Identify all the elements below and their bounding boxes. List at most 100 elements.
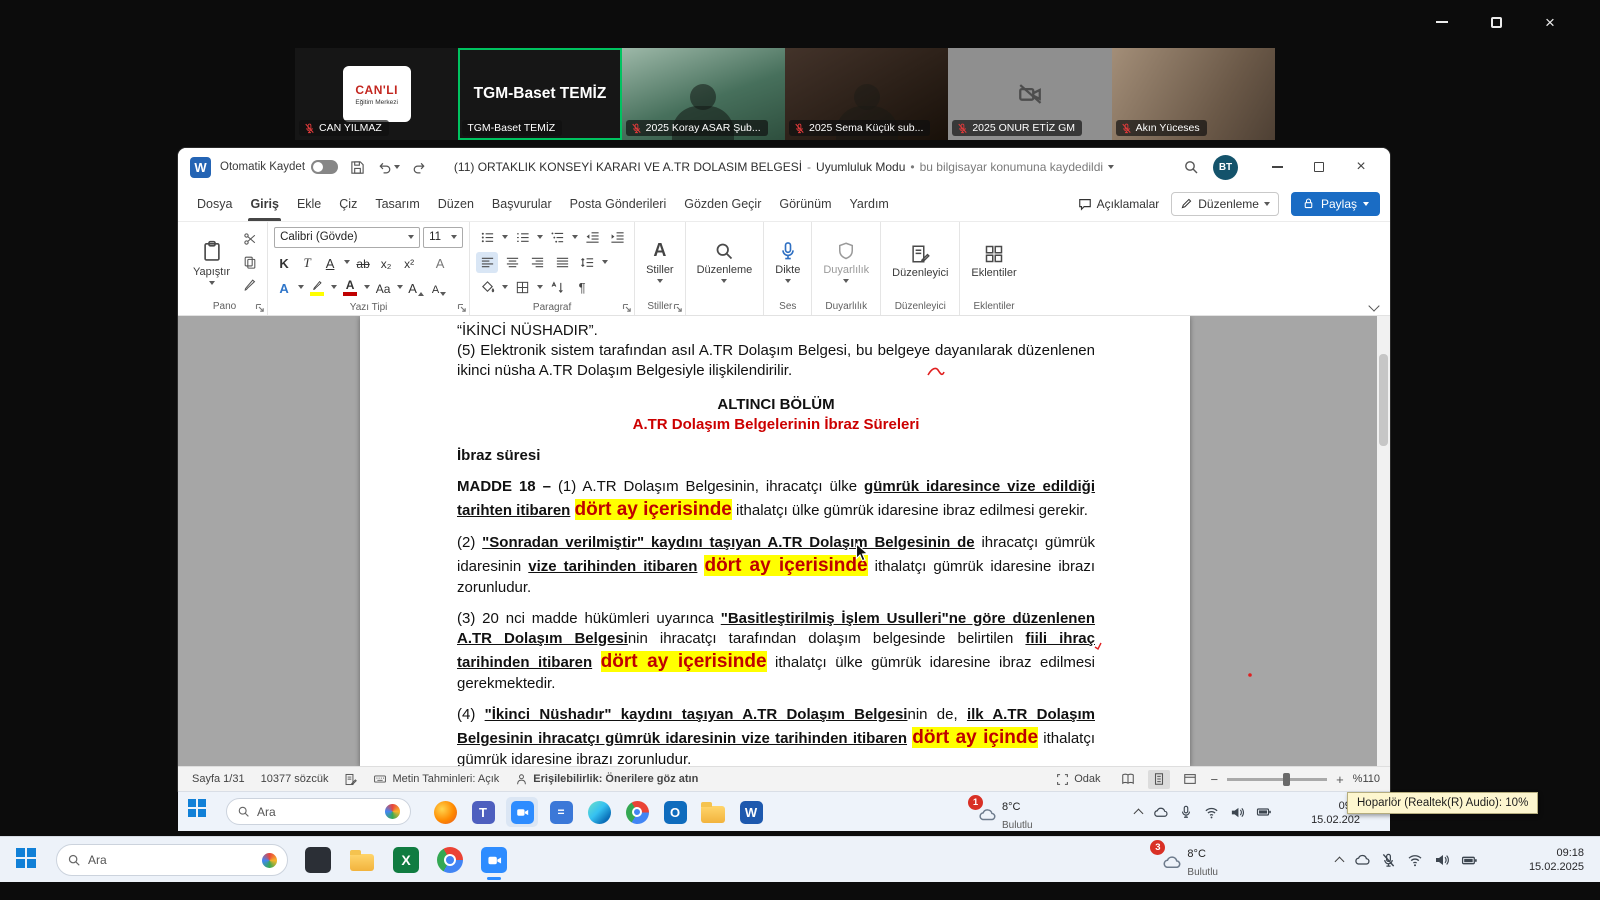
web-layout-button[interactable] <box>1179 770 1201 789</box>
editing-menu-button[interactable]: Düzenleme <box>692 239 758 285</box>
battery-icon[interactable] <box>1256 804 1272 820</box>
wifi-icon[interactable] <box>1204 805 1219 820</box>
borders-button[interactable] <box>511 277 533 298</box>
doc-heading[interactable]: ALTINCI BÖLÜM <box>457 395 1095 415</box>
decrease-indent-button[interactable] <box>581 227 603 248</box>
taskbar-chrome-icon[interactable] <box>622 797 652 827</box>
tab-giris[interactable]: Giriş <box>241 187 288 221</box>
onedrive-cloud-icon[interactable] <box>1153 805 1168 820</box>
doc-paragraph[interactable]: “İKİNCİ NÜSHADIR”. <box>457 321 1095 341</box>
save-button[interactable] <box>350 160 365 175</box>
font-size-select[interactable]: 11 <box>423 227 463 248</box>
increase-indent-button[interactable] <box>606 227 628 248</box>
taskbar-zoom-icon-active[interactable] <box>478 844 510 876</box>
video-tile[interactable]: 2025 ONUR ETİZ GM <box>948 48 1111 140</box>
show-paragraph-marks-button[interactable]: ¶ <box>571 277 593 298</box>
underline-button[interactable]: A <box>320 252 340 273</box>
numbered-list-button[interactable] <box>511 227 533 248</box>
font-name-select[interactable]: Calibri (Gövde) <box>274 227 420 248</box>
word-minimize-button[interactable] <box>1256 150 1298 184</box>
cut-button[interactable] <box>239 228 261 249</box>
tab-tasarim[interactable]: Tasarım <box>366 187 428 221</box>
tab-ekle[interactable]: Ekle <box>288 187 330 221</box>
video-tile[interactable]: CAN'LI Eğitim Merkezi CAN YILMAZ <box>295 48 458 140</box>
paragraph-dialog-launcher[interactable] <box>622 303 631 312</box>
print-layout-button[interactable] <box>1148 770 1170 789</box>
taskbar-explorer-icon[interactable] <box>346 844 378 876</box>
zoom-slider-thumb[interactable] <box>1283 773 1290 786</box>
remote-start-button[interactable] <box>188 799 206 817</box>
word-close-button[interactable]: × <box>1340 150 1382 184</box>
justify-button[interactable] <box>551 252 573 273</box>
sort-button[interactable] <box>546 277 568 298</box>
video-tile[interactable]: 2025 Koray ASAR Şub... <box>622 48 785 140</box>
account-avatar[interactable]: BT <box>1213 155 1238 180</box>
tab-basvurular[interactable]: Başvurular <box>483 187 561 221</box>
superscript-button[interactable]: x² <box>399 252 419 273</box>
wifi-icon[interactable] <box>1407 852 1423 868</box>
onedrive-cloud-icon[interactable] <box>1354 852 1370 868</box>
italic-button[interactable]: T <box>297 252 317 273</box>
autosave-toggle[interactable] <box>311 160 338 174</box>
tab-ciz[interactable]: Çiz <box>330 187 366 221</box>
vertical-scrollbar[interactable] <box>1377 316 1390 766</box>
shrink-font-button[interactable]: A <box>429 277 449 298</box>
document-title[interactable]: (11) ORTAKLIK KONSEYİ KARARI VE A.TR DOL… <box>454 160 1114 174</box>
styles-button[interactable]: A Stiller <box>641 238 679 286</box>
taskbar-teams-icon[interactable]: T <box>468 797 498 827</box>
volume-icon[interactable] <box>1230 805 1245 820</box>
proofing-icon[interactable] <box>336 773 365 786</box>
zoom-slider[interactable] <box>1227 778 1327 781</box>
doc-subheading[interactable]: İbraz süresi <box>457 446 1095 466</box>
clipboard-dialog-launcher[interactable] <box>255 303 264 312</box>
focus-mode-button[interactable]: Odak <box>1048 773 1108 786</box>
battery-icon[interactable] <box>1461 852 1478 869</box>
clear-formatting-button[interactable]: A <box>430 252 450 273</box>
tab-dosya[interactable]: Dosya <box>188 187 241 221</box>
sensitivity-button[interactable]: Duyarlılık <box>818 239 874 285</box>
share-button[interactable]: Paylaş <box>1291 192 1380 216</box>
word-restore-button[interactable] <box>1298 150 1340 184</box>
align-left-button[interactable] <box>476 252 498 273</box>
zoom-level[interactable]: %110 <box>1353 773 1380 785</box>
mic-tray-icon[interactable] <box>1179 805 1193 819</box>
font-dialog-launcher[interactable] <box>457 303 466 312</box>
weather-widget[interactable]: 3 8°CBulutlu <box>1162 844 1218 880</box>
word-count[interactable]: 10377 sözcük <box>253 773 337 785</box>
doc-paragraph[interactable]: (4) "İkinci Nüshadır" kaydını taşıyan A.… <box>457 705 1095 766</box>
styles-dialog-launcher[interactable] <box>673 303 682 312</box>
taskbar-app-icon-dark[interactable] <box>302 844 334 876</box>
subscript-button[interactable]: x₂ <box>376 252 396 273</box>
zoom-out-button[interactable]: − <box>1210 772 1218 787</box>
doc-paragraph[interactable]: MADDE 18 – (1) A.TR Dolaşım Belgesinin, … <box>457 477 1095 522</box>
text-highlight-button[interactable] <box>307 277 327 298</box>
taskbar-explorer-icon[interactable] <box>698 797 728 827</box>
align-center-button[interactable] <box>501 252 523 273</box>
text-predictions[interactable]: Metin Tahminleri: Açık <box>365 772 507 786</box>
minimize-button[interactable] <box>1432 12 1452 32</box>
taskbar-edge-icon[interactable] <box>584 797 614 827</box>
start-button[interactable] <box>16 848 36 868</box>
text-effects-button[interactable]: A <box>274 277 294 298</box>
page-indicator[interactable]: Sayfa 1/31 <box>184 773 253 785</box>
video-tile[interactable]: Akın Yüceses <box>1112 48 1275 140</box>
remote-weather-widget[interactable]: 1 8°CBulutlu <box>978 797 1033 833</box>
taskbar-zoom-icon-active[interactable] <box>506 797 538 827</box>
copy-button[interactable] <box>239 251 261 272</box>
search-box[interactable]: Ara <box>56 844 288 876</box>
search-icon[interactable] <box>1183 158 1199 176</box>
editor-button[interactable]: Düzenleyici <box>887 242 953 281</box>
dictate-button[interactable]: Dikte <box>770 239 805 285</box>
clock[interactable]: 09:18 15.02.2025 <box>1529 846 1584 875</box>
doc-paragraph[interactable]: (5) Elektronik sistem tarafından asıl A.… <box>457 341 1095 381</box>
doc-paragraph[interactable]: (2) "Sonradan verilmiştir" kaydını taşıy… <box>457 533 1095 598</box>
editing-mode-button[interactable]: Düzenleme <box>1171 192 1279 216</box>
tab-gorunum[interactable]: Görünüm <box>770 187 840 221</box>
taskbar-outlook-icon[interactable]: O <box>660 797 690 827</box>
undo-button[interactable] <box>377 160 400 175</box>
taskbar-firefox-icon[interactable] <box>430 797 460 827</box>
shading-button[interactable] <box>476 277 498 298</box>
tray-overflow-chevron-icon[interactable] <box>1335 857 1345 867</box>
taskbar-chrome-icon[interactable] <box>434 844 466 876</box>
bold-button[interactable]: K <box>274 252 294 273</box>
